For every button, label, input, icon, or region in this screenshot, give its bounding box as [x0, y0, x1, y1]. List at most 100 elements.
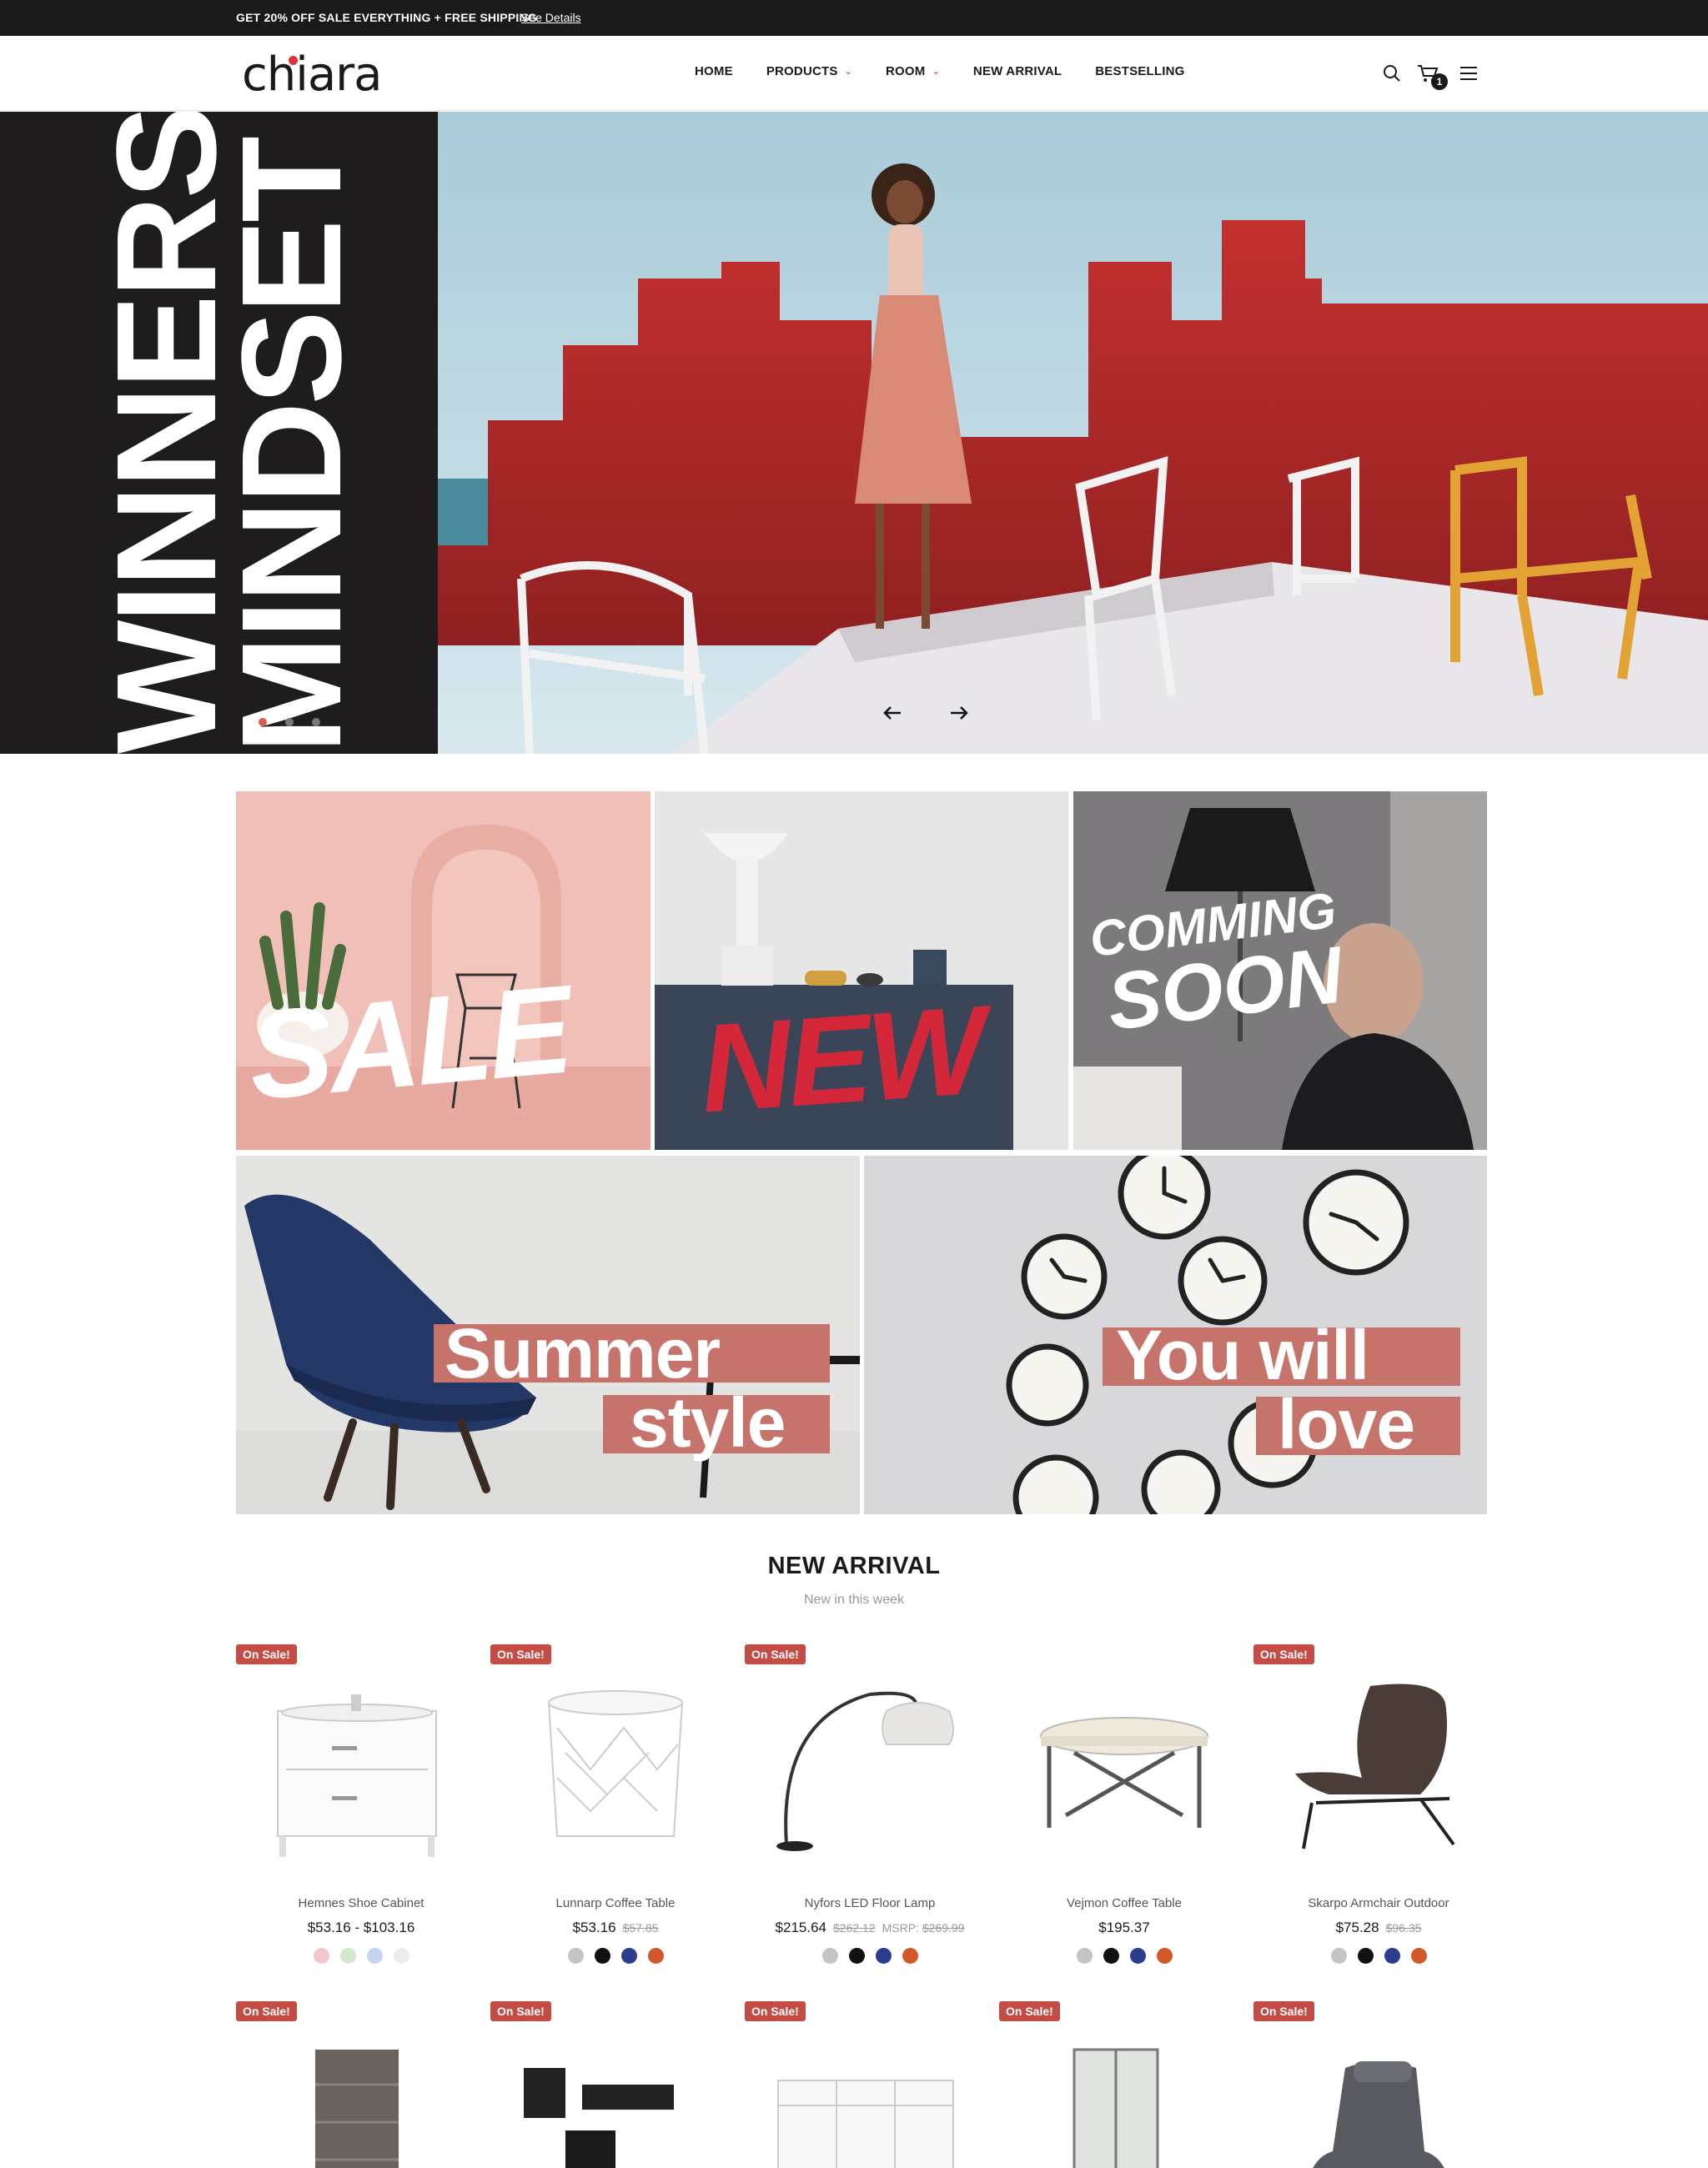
banner-summer-line1: Summer [445, 1314, 721, 1393]
color-swatch[interactable] [902, 1948, 918, 1964]
hero-title-line1: WINNERS [88, 112, 246, 754]
banner-sale[interactable]: SALE [236, 791, 651, 1150]
sale-badge: On Sale! [1253, 2001, 1314, 2021]
color-swatch[interactable] [339, 1948, 356, 1964]
nav-home-label: HOME [695, 64, 733, 78]
msrp-label: MSRP: [882, 1921, 919, 1935]
color-swatch[interactable] [393, 1948, 409, 1964]
product-name[interactable]: Hemnes Shoe Cabinet [236, 1896, 486, 1910]
product-image[interactable] [999, 2026, 1249, 2168]
product-price: $215.64 $262.12 MSRP: $269.99 [745, 1920, 995, 1936]
banner-love-line2: love [1278, 1385, 1415, 1463]
color-swatch[interactable] [1357, 1948, 1374, 1964]
nav-new-arrival-label: NEW ARRIVAL [972, 64, 1062, 78]
product-price: $53.16 $57.85 [490, 1920, 741, 1936]
product-name[interactable]: Lunnarp Coffee Table [490, 1896, 741, 1910]
color-swatch[interactable] [1384, 1948, 1400, 1964]
color-swatch[interactable] [1103, 1948, 1119, 1964]
color-swatch[interactable] [620, 1948, 637, 1964]
hero-dot[interactable] [312, 718, 320, 726]
logo-dot [289, 56, 298, 65]
price-current: $195.37 [1098, 1920, 1150, 1935]
promo-bar: GET 20% OFF SALE EVERYTHING + FREE SHIPP… [0, 0, 1708, 36]
nav-bestselling[interactable]: BESTSELLING [1095, 64, 1184, 78]
search-icon[interactable] [1379, 61, 1404, 86]
product-image[interactable] [1253, 1669, 1504, 1861]
swatch-list [490, 1948, 741, 1964]
new-arrival-title: NEW ARRIVAL [767, 1553, 941, 1579]
color-swatch[interactable] [594, 1948, 610, 1964]
promo-text: GET 20% OFF SALE EVERYTHING + FREE SHIPP… [236, 11, 537, 24]
color-swatch[interactable] [1410, 1948, 1427, 1964]
product-price: $195.37 [999, 1920, 1249, 1936]
nav-room[interactable]: ROOM ⌄ [886, 64, 940, 78]
site-header: chiara HOME PRODUCTS ⌄ ROOM ⌄ NEW ARRIVAL … [0, 36, 1708, 111]
banner-summer-style[interactable]: Summer style [236, 1156, 860, 1514]
hero-image [438, 112, 1708, 754]
banner-sale-text: SALE [243, 958, 575, 1127]
product-image[interactable] [236, 2026, 486, 2168]
hero-title: WINNERS MINDSET [88, 112, 371, 754]
color-swatch[interactable] [875, 1948, 892, 1964]
color-swatch[interactable] [313, 1948, 329, 1964]
sale-badge: On Sale! [236, 1644, 297, 1664]
sale-badge: On Sale! [999, 2001, 1060, 2021]
sale-badge: On Sale! [745, 1644, 806, 1664]
arrow-right-icon[interactable] [942, 700, 976, 725]
sale-badge: On Sale! [490, 1644, 551, 1664]
main-nav: HOME PRODUCTS ⌄ ROOM ⌄ NEW ARRIVAL BESTSEL… [695, 64, 1218, 78]
color-swatch[interactable] [821, 1948, 838, 1964]
banner-coming-soon-text: COMMING SOON [1087, 882, 1349, 1047]
logo[interactable]: chiara [242, 48, 382, 102]
arrow-left-icon[interactable] [876, 700, 909, 725]
price-old: $57.85 [622, 1921, 659, 1935]
nav-products[interactable]: PRODUCTS ⌄ [766, 64, 852, 78]
product-image[interactable] [236, 1669, 486, 1861]
hero-text-panel: WINNERS MINDSET [0, 112, 438, 754]
nav-new-arrival[interactable]: NEW ARRIVAL [973, 64, 1062, 78]
color-swatch[interactable] [366, 1948, 383, 1964]
color-swatch[interactable] [1330, 1948, 1347, 1964]
hero-pagination [259, 718, 320, 726]
nav-home[interactable]: HOME [695, 64, 733, 78]
nav-room-label: ROOM [886, 64, 926, 78]
color-swatch[interactable] [848, 1948, 865, 1964]
product-price: $53.16 - $103.16 [236, 1920, 486, 1936]
price-current: $53.16 - $103.16 [307, 1920, 415, 1935]
price-old: $96.35 [1385, 1921, 1422, 1935]
price-current: $215.64 [775, 1920, 826, 1935]
hero-dot[interactable] [259, 718, 267, 726]
sale-badge: On Sale! [490, 2001, 551, 2021]
chevron-down-icon: ⌄ [844, 67, 853, 77]
color-swatch[interactable] [567, 1948, 584, 1964]
sale-badge: On Sale! [1253, 1644, 1314, 1664]
hero-dot[interactable] [285, 718, 294, 726]
nav-products-label: PRODUCTS [766, 64, 838, 78]
new-arrival-subtitle: New in this week [803, 1593, 905, 1607]
banner-new[interactable]: NEW [655, 791, 1068, 1150]
msrp-value: $269.99 [922, 1921, 965, 1935]
sale-badge: On Sale! [236, 2001, 297, 2021]
color-swatch[interactable] [1129, 1948, 1146, 1964]
product-image[interactable] [1253, 2026, 1504, 2168]
color-swatch[interactable] [647, 1948, 664, 1964]
banner-love-line1: You will [1116, 1316, 1369, 1394]
product-image[interactable] [999, 1669, 1249, 1861]
banner-coming-soon[interactable]: COMMING SOON [1073, 791, 1487, 1150]
product-name[interactable]: Nyfors LED Floor Lamp [745, 1896, 995, 1910]
color-swatch[interactable] [1076, 1948, 1093, 1964]
promo-details-link[interactable]: See Details [521, 11, 581, 24]
product-image[interactable] [490, 2026, 741, 2168]
product-name[interactable]: Vejmon Coffee Table [999, 1896, 1249, 1910]
color-swatch[interactable] [1156, 1948, 1173, 1964]
banner-you-will-love[interactable]: You will love [864, 1156, 1487, 1514]
product-image[interactable] [490, 1669, 741, 1861]
swatch-list [745, 1948, 995, 1964]
price-msrp: MSRP: $269.99 [882, 1921, 965, 1935]
product-image[interactable] [745, 2026, 995, 2168]
product-name[interactable]: Skarpo Armchair Outdoor [1253, 1896, 1504, 1910]
menu-icon[interactable] [1456, 61, 1481, 86]
price-current: $75.28 [1335, 1920, 1379, 1935]
product-image[interactable] [745, 1669, 995, 1861]
price-old: $262.12 [833, 1921, 876, 1935]
